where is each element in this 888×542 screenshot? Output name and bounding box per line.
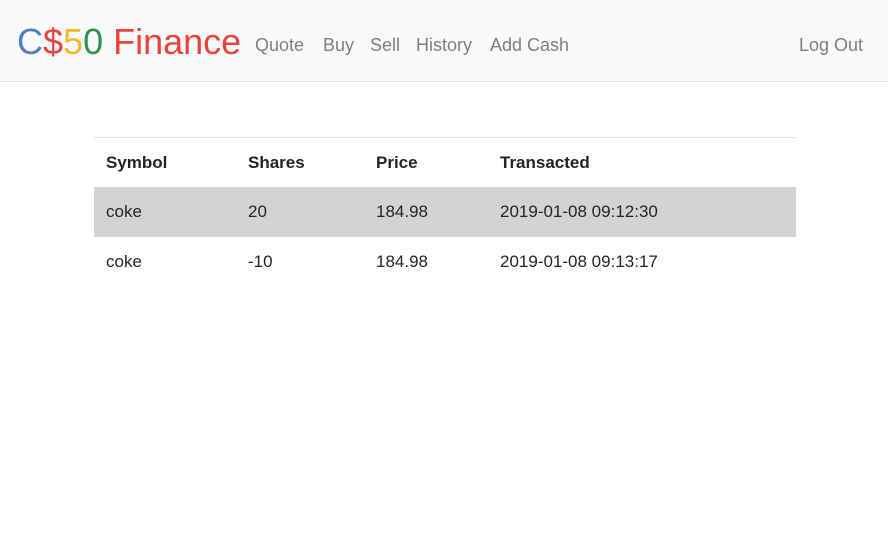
brand-digit-5: 5	[63, 21, 84, 62]
brand-logo-link[interactable]: C$50 Finance	[17, 20, 241, 64]
nav-link-quote[interactable]: Quote	[255, 33, 304, 57]
nav-link-buy[interactable]: Buy	[323, 33, 354, 57]
cell-price: 184.98	[376, 252, 428, 271]
table-row: coke -10 184.98 2019-01-08 09:13:17	[94, 237, 796, 287]
table-row: coke 20 184.98 2019-01-08 09:12:30	[94, 187, 796, 237]
brand-letter-dollar: $	[43, 21, 64, 62]
cell-shares: -10	[248, 252, 273, 271]
table-header-row: Symbol Shares Price Transacted	[94, 137, 796, 187]
column-header-symbol: Symbol	[106, 153, 168, 172]
nav-link-history[interactable]: History	[416, 33, 472, 57]
column-header-price: Price	[376, 153, 418, 172]
cell-symbol: coke	[106, 202, 142, 221]
nav-link-log-out[interactable]: Log Out	[799, 33, 863, 57]
cell-transacted: 2019-01-08 09:13:17	[500, 252, 658, 271]
cell-price: 184.98	[376, 202, 428, 221]
nav-link-add-cash[interactable]: Add Cash	[490, 33, 569, 57]
cell-symbol: coke	[106, 252, 142, 271]
navbar: C$50 Finance Quote Buy Sell History Add …	[0, 0, 888, 82]
nav-link-sell[interactable]: Sell	[370, 33, 400, 57]
column-header-transacted: Transacted	[500, 153, 590, 172]
brand-word-finance: Finance	[103, 21, 242, 62]
column-header-shares: Shares	[248, 153, 305, 172]
cell-transacted: 2019-01-08 09:12:30	[500, 202, 658, 221]
brand-letter-c: C	[17, 21, 43, 62]
cell-shares: 20	[248, 202, 267, 221]
brand-digit-0: 0	[83, 21, 104, 62]
